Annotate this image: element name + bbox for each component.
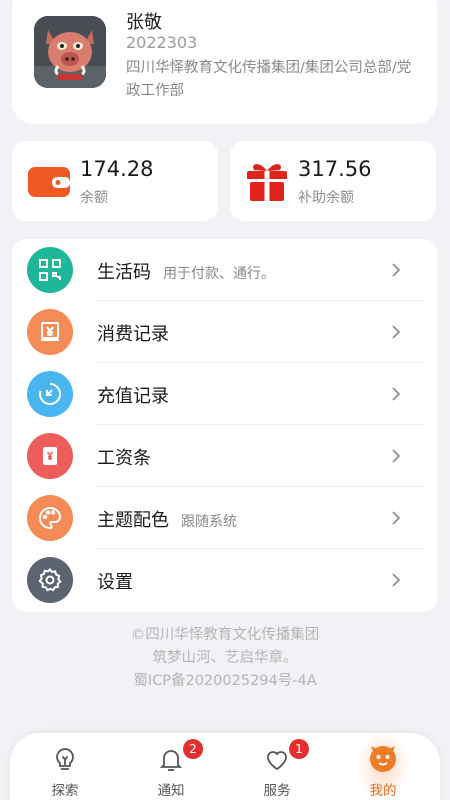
menu-list: 生活码 用于付款、通行。 消费记录 充值记录 工资条 主题配色 跟随系统 设置 [12,239,437,612]
balance-value: 174.28 [80,157,154,181]
tab-label: 探索 [51,783,79,799]
profile-name: 张敬 [126,12,162,33]
footer-copyright: ©四川华怿教育文化传播集团 筑梦山河、艺启华章。 蜀ICP备2020025294… [0,624,450,693]
tab-services[interactable]: 1 服务 [247,739,309,800]
tab-mine[interactable]: 我的 [353,731,413,800]
palette-icon [27,495,73,541]
menu-item-title: 设置 [97,572,133,593]
tab-notifications[interactable]: 2 通知 [141,739,203,800]
menu-item-payslip[interactable]: 工资条 [12,425,437,487]
footer-icp[interactable]: 蜀ICP备2020025294号-4A [0,670,450,693]
profile-department: 四川华怿教育文化传播集团/集团公司总部/党政工作部 [126,60,412,99]
tab-explore[interactable]: 探索 [35,741,95,800]
menu-item-subtitle: 用于付款、通行。 [163,266,275,282]
profile-id: 2022303 [126,33,198,52]
clock-arrow-icon [27,371,73,417]
profile-card[interactable]: 张敬 2022303 四川华怿教育文化传播集团/集团公司总部/党政工作部 [12,0,437,124]
payslip-yen-icon [27,433,73,479]
notification-badge: 2 [183,739,203,759]
bulb-icon [56,748,74,770]
profile-page: 张敬 2022303 四川华怿教育文化传播集团/集团公司总部/党政工作部 174… [0,0,450,800]
qr-code-icon [27,247,73,293]
bottom-tab-bar: 探索 2 通知 1 服务 我的 [10,731,440,800]
balance-card[interactable]: 174.28 余额 [12,141,218,221]
tab-label: 通知 [157,783,185,799]
tab-label: 我的 [369,783,397,799]
footer-line: ©四川华怿教育文化传播集团 [130,627,320,643]
wallet-icon [28,167,70,197]
gift-icon [247,164,287,201]
menu-item-theme-color[interactable]: 主题配色 跟随系统 [12,487,437,549]
gear-icon [27,557,73,603]
chevron-right-icon [392,263,401,277]
subsidy-balance-card[interactable]: 317.56 补助余额 [230,141,436,221]
menu-item-title: 充值记录 [97,386,169,407]
chevron-right-icon [392,573,401,587]
menu-item-consumption-records[interactable]: 消费记录 [12,301,437,363]
pig-cartoon-avatar-icon [34,16,106,88]
footer-line: 筑梦山河、艺启华章。 [152,650,298,666]
smiley-face-icon [370,746,396,772]
menu-item-settings[interactable]: 设置 [12,549,437,611]
menu-item-title: 生活码 [97,262,151,283]
receipt-yen-icon [27,309,73,355]
menu-item-title: 主题配色 [97,510,169,531]
subsidy-balance-label: 补助余额 [298,190,354,206]
services-badge: 1 [289,739,309,759]
menu-item-title: 消费记录 [97,324,169,345]
avatar[interactable] [34,16,106,88]
chevron-right-icon [392,449,401,463]
tab-label: 服务 [263,783,291,799]
menu-item-subtitle: 跟随系统 [181,514,237,530]
chevron-right-icon [392,511,401,525]
menu-item-title: 工资条 [97,448,151,469]
chevron-right-icon [392,325,401,339]
balance-label: 余额 [80,190,108,206]
heart-icon [267,751,287,771]
chevron-right-icon [392,387,401,401]
bell-icon [159,750,183,771]
subsidy-balance-value: 317.56 [298,157,372,181]
menu-item-recharge-records[interactable]: 充值记录 [12,363,437,425]
menu-item-life-code[interactable]: 生活码 用于付款、通行。 [12,239,437,301]
